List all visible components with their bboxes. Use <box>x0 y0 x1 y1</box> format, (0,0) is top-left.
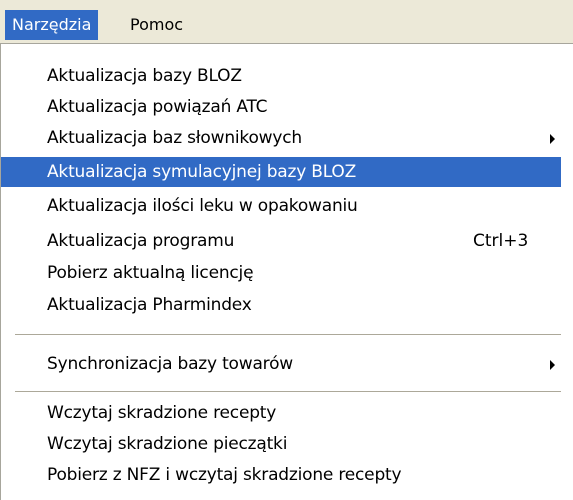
menu-separator <box>15 334 561 336</box>
menu-narzedzia[interactable]: Narzędzia <box>5 10 99 40</box>
menu-item-load-stolen-stamps[interactable]: Wczytaj skradzione pieczątki <box>1 429 561 459</box>
menu-item-label: Wczytaj skradzione recepty <box>47 403 277 423</box>
menu-item-label: Aktualizacja Pharmindex <box>47 295 252 315</box>
menu-bar: Narzędzia Pomoc <box>0 0 573 44</box>
menu-item-label: Wczytaj skradzione pieczątki <box>47 434 288 454</box>
menu-item-update-package-quantity[interactable]: Aktualizacja ilości leku w opakowaniu <box>1 191 561 221</box>
menu-item-update-program[interactable]: Aktualizacja programu Ctrl+3 <box>1 226 561 256</box>
menu-item-label: Pobierz aktualną licencję <box>47 263 254 283</box>
menu-item-label: Aktualizacja bazy BLOZ <box>47 66 242 86</box>
chevron-right-icon <box>550 360 555 370</box>
menu-item-sync-goods[interactable]: Synchronizacja bazy towarów <box>1 349 561 379</box>
menu-item-label: Aktualizacja symulacyjnej bazy BLOZ <box>47 162 357 182</box>
menu-item-update-simulation-bloz[interactable]: Aktualizacja symulacyjnej bazy BLOZ <box>1 157 561 187</box>
menu-item-label: Aktualizacja programu <box>47 231 235 251</box>
menu-item-download-license[interactable]: Pobierz aktualną licencję <box>1 258 561 288</box>
tools-dropdown-menu: Aktualizacja bazy BLOZ Aktualizacja powi… <box>0 44 573 500</box>
menu-item-label: Synchronizacja bazy towarów <box>47 354 293 374</box>
menu-separator <box>15 391 561 393</box>
menu-item-load-stolen-prescriptions[interactable]: Wczytaj skradzione recepty <box>1 398 561 428</box>
chevron-right-icon <box>550 134 555 144</box>
menu-item-label: Aktualizacja powiązań ATC <box>47 97 268 117</box>
menu-item-update-pharmindex[interactable]: Aktualizacja Pharmindex <box>1 290 561 320</box>
menu-item-nfz-load-stolen-prescriptions[interactable]: Pobierz z NFZ i wczytaj skradzione recep… <box>1 460 561 490</box>
menu-pomoc[interactable]: Pomoc <box>123 10 190 40</box>
menu-item-update-bloz[interactable]: Aktualizacja bazy BLOZ <box>1 61 561 91</box>
menu-item-shortcut: Ctrl+3 <box>473 231 529 251</box>
menu-item-label: Pobierz z NFZ i wczytaj skradzione recep… <box>47 465 402 485</box>
menu-item-label: Aktualizacja baz słownikowych <box>47 128 302 148</box>
menu-item-update-dictionaries[interactable]: Aktualizacja baz słownikowych <box>1 123 561 153</box>
menu-item-label: Aktualizacja ilości leku w opakowaniu <box>47 196 358 216</box>
menu-item-update-atc[interactable]: Aktualizacja powiązań ATC <box>1 92 561 122</box>
